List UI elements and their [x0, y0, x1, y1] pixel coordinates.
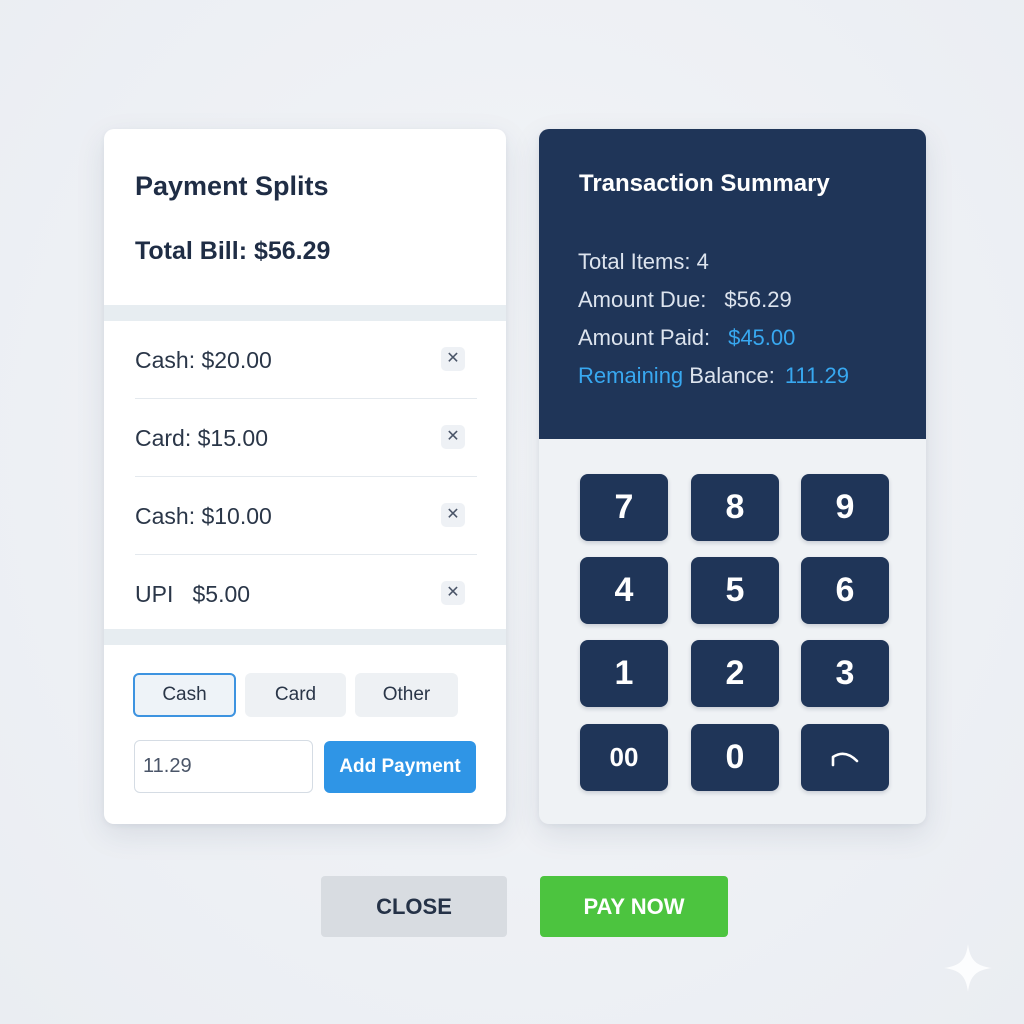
- key-6[interactable]: 6: [801, 557, 889, 624]
- remove-split-button[interactable]: ✕: [441, 347, 465, 371]
- remaining-value: 111.29: [784, 363, 849, 388]
- key-4[interactable]: 4: [580, 557, 668, 624]
- close-icon: ✕: [446, 428, 460, 445]
- close-icon: ✕: [446, 350, 460, 367]
- payment-splits-title: Payment Splits: [135, 171, 329, 201]
- amount-due: Amount Due: $56.29: [578, 287, 792, 313]
- backspace-key[interactable]: [801, 724, 889, 791]
- remove-split-button[interactable]: ✕: [441, 425, 465, 449]
- amount-paid-label: Amount Paid:: [578, 325, 711, 350]
- method-card-button[interactable]: Card: [245, 673, 346, 717]
- total-items-label: Total Items: 4: [578, 249, 709, 274]
- total-bill: Total Bill: $56.29: [135, 237, 331, 265]
- method-cash-button[interactable]: Cash: [133, 673, 236, 717]
- remaining-label-suffix: Balance:: [683, 363, 775, 388]
- remove-split-button[interactable]: ✕: [441, 581, 465, 605]
- split-list: Cash: $20.00 ✕ Card: $15.00 ✕ Cash: $10.…: [135, 321, 477, 631]
- pos-payment-screen: Payment Splits Total Bill: $56.29 Cash: …: [0, 0, 1024, 1024]
- key-9[interactable]: 9: [801, 474, 889, 541]
- transaction-summary: Transaction Summary Total Items: 4 Amoun…: [539, 129, 926, 439]
- amount-due-label: Amount Due:: [578, 287, 707, 312]
- key-3[interactable]: 3: [801, 640, 889, 707]
- split-row: UPI $5.00 ✕: [135, 555, 477, 631]
- key-2[interactable]: 2: [691, 640, 779, 707]
- payment-splits-panel: Payment Splits Total Bill: $56.29 Cash: …: [104, 129, 506, 824]
- divider: [104, 629, 506, 645]
- key-5[interactable]: 5: [691, 557, 779, 624]
- close-icon: ✕: [446, 506, 460, 523]
- split-label: UPI $5.00: [135, 581, 251, 607]
- add-payment-button[interactable]: Add Payment: [324, 741, 476, 793]
- split-row: Cash: $10.00 ✕: [135, 477, 477, 555]
- pay-now-button[interactable]: PAY NOW: [540, 876, 728, 937]
- key-00[interactable]: 00: [580, 724, 668, 791]
- method-other-button[interactable]: Other: [355, 673, 458, 717]
- split-label: Card: $15.00: [135, 425, 268, 451]
- remaining-balance: Remaining Balance: 111.29: [578, 363, 849, 389]
- close-icon: ✕: [446, 584, 460, 601]
- summary-title: Transaction Summary: [579, 170, 830, 197]
- total-items: Total Items: 4: [578, 249, 709, 275]
- sparkle-icon: [944, 944, 992, 992]
- split-row: Cash: $20.00 ✕: [135, 321, 477, 399]
- amount-due-value: $56.29: [724, 287, 792, 312]
- remove-split-button[interactable]: ✕: [441, 503, 465, 527]
- split-row: Card: $15.00 ✕: [135, 399, 477, 477]
- amount-paid: Amount Paid: $45.00: [578, 325, 795, 351]
- backspace-icon: [831, 752, 859, 767]
- key-7[interactable]: 7: [580, 474, 668, 541]
- transaction-panel: Transaction Summary Total Items: 4 Amoun…: [539, 129, 926, 824]
- divider: [104, 305, 506, 321]
- close-button[interactable]: CLOSE: [321, 876, 507, 937]
- split-label: Cash: $20.00: [135, 347, 272, 373]
- key-1[interactable]: 1: [580, 640, 668, 707]
- split-label: Cash: $10.00: [135, 503, 272, 529]
- key-8[interactable]: 8: [691, 474, 779, 541]
- amount-input[interactable]: [134, 740, 313, 793]
- amount-paid-value: $45.00: [728, 325, 796, 350]
- remaining-label: Remaining: [578, 363, 684, 388]
- key-0[interactable]: 0: [691, 724, 779, 791]
